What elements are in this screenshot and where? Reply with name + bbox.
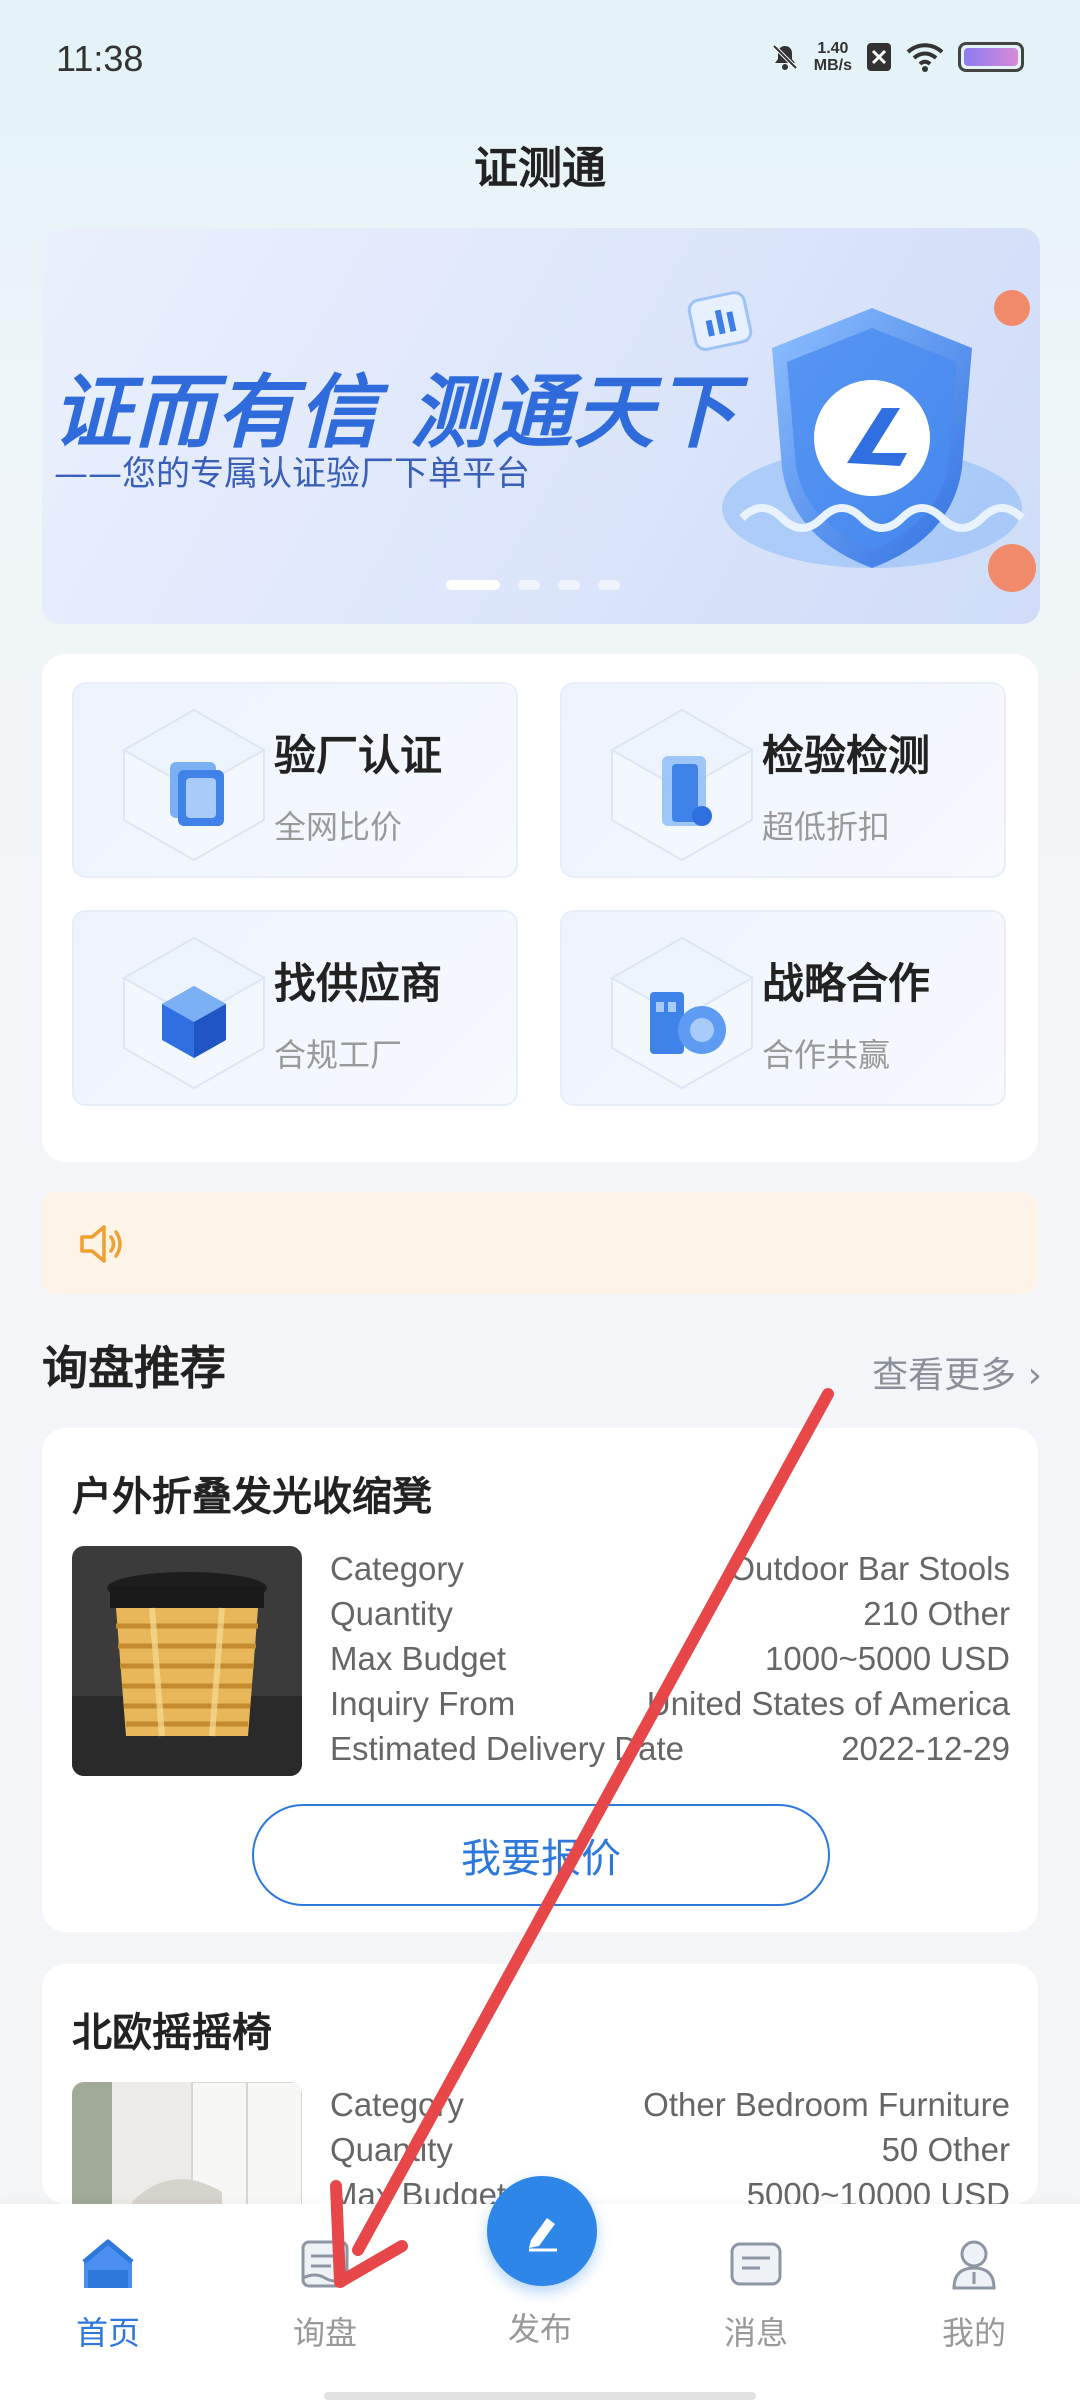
banner-dot-active[interactable] bbox=[446, 580, 500, 590]
tab-inquiry[interactable]: 询盘 bbox=[255, 2234, 395, 2354]
service-subtitle: 合规工厂 bbox=[274, 1036, 403, 1074]
service-inspection-testing[interactable]: 检验检测 超低折扣 bbox=[560, 682, 1006, 878]
test-tube-cube-icon bbox=[609, 708, 755, 862]
status-bar: 11:38 1.40 MB/s bbox=[0, 0, 1080, 125]
battery-icon bbox=[958, 42, 1024, 72]
service-title: 战略合作 bbox=[762, 959, 931, 1008]
notice-bar[interactable] bbox=[42, 1192, 1038, 1294]
inquiry-section-title: 询盘推荐 bbox=[42, 1341, 226, 1395]
speaker-icon bbox=[80, 1225, 122, 1263]
service-title: 检验检测 bbox=[762, 731, 931, 780]
mute-bell-icon bbox=[772, 44, 798, 70]
status-time: 11:38 bbox=[56, 38, 144, 79]
banner-pagination bbox=[446, 580, 620, 590]
inquiry-card[interactable]: 北欧摇摇椅 Category Other Bedroom Furniture Qu… bbox=[42, 1964, 1038, 2204]
detail-row-quantity: Quantity 50 Other bbox=[330, 2131, 1010, 2168]
bottom-tab-bar: 首页 询盘 发布 消息 我的 bbox=[0, 2176, 1080, 2408]
view-more-link[interactable]: 查看更多 › bbox=[872, 1346, 1042, 1398]
publish-label: 发布 bbox=[507, 2310, 572, 2348]
chair-image-icon bbox=[72, 2082, 302, 2204]
status-icons: 1.40 MB/s bbox=[770, 40, 1024, 74]
pen-icon bbox=[529, 2218, 557, 2252]
detail-row-category: Category Outdoor Bar Stools bbox=[330, 1550, 1010, 1587]
inquiry-title: 户外折叠发光收缩凳 bbox=[72, 1474, 432, 1520]
message-icon bbox=[730, 2242, 782, 2286]
wifi-icon bbox=[906, 43, 944, 72]
tab-label: 询盘 bbox=[292, 2314, 357, 2352]
inquiry-details: Category Outdoor Bar Stools Quantity 210 O… bbox=[330, 1546, 1010, 1771]
tab-home[interactable]: 首页 bbox=[38, 2234, 178, 2354]
service-title: 验厂认证 bbox=[274, 731, 443, 780]
home-indicator bbox=[324, 2392, 756, 2400]
stool-image-icon bbox=[72, 1546, 302, 1776]
profile-icon bbox=[952, 2240, 996, 2290]
detail-row-origin: Inquiry From United States of America bbox=[330, 1685, 1010, 1722]
tab-messages[interactable]: 消息 bbox=[686, 2234, 826, 2354]
services-card: 验厂认证 全网比价 检验检测 超低折扣 找供应商 合规工厂 战略合作 合作共赢 bbox=[42, 654, 1038, 1162]
service-subtitle: 合作共赢 bbox=[762, 1036, 891, 1074]
folder-cube-icon bbox=[121, 708, 267, 862]
banner-dot[interactable] bbox=[598, 580, 620, 590]
product-image-stool bbox=[72, 1546, 302, 1776]
sim-blocked-icon bbox=[867, 43, 891, 71]
service-subtitle: 全网比价 bbox=[274, 808, 403, 846]
shield-logo-icon bbox=[687, 290, 1036, 592]
tab-profile[interactable]: 我的 bbox=[904, 2234, 1044, 2354]
quote-button[interactable]: 我要报价 bbox=[252, 1804, 830, 1906]
box-cube-icon bbox=[121, 936, 267, 1090]
inquiry-title: 北欧摇摇椅 bbox=[72, 2010, 272, 2056]
detail-row-budget: Max Budget 1000~5000 USD bbox=[330, 1640, 1010, 1677]
inquiry-card[interactable]: 户外折叠发光收缩凳 Category Outdoor Bar Stools Qua… bbox=[42, 1428, 1038, 1932]
detail-row-quantity: Quantity 210 Other bbox=[330, 1595, 1010, 1632]
handshake-cube-icon bbox=[609, 936, 755, 1090]
inquiry-details: Category Other Bedroom Furniture Quantity… bbox=[330, 2082, 1010, 2204]
tab-label: 消息 bbox=[723, 2314, 788, 2352]
detail-row-delivery-date: Estimated Delivery Date 2022-12-29 bbox=[330, 1730, 1010, 1767]
service-subtitle: 超低折扣 bbox=[762, 808, 891, 846]
service-title: 找供应商 bbox=[274, 959, 443, 1008]
inquiry-icon bbox=[301, 2240, 349, 2288]
detail-row-budget: Max Budget 5000~10000 USD bbox=[330, 2176, 1010, 2204]
tab-label: 我的 bbox=[941, 2314, 1006, 2352]
view-more-label: 查看更多 bbox=[872, 1355, 1017, 1396]
product-image-rocking-chair bbox=[72, 2082, 302, 2204]
chevron-right-icon: › bbox=[1016, 1355, 1042, 1396]
app-title: 证测通 bbox=[474, 143, 606, 194]
network-speed: 1.40 MB/s bbox=[813, 40, 852, 74]
service-strategic-cooperation[interactable]: 战略合作 合作共赢 bbox=[560, 910, 1006, 1106]
service-find-supplier[interactable]: 找供应商 合规工厂 bbox=[72, 910, 518, 1106]
banner-dot[interactable] bbox=[518, 580, 540, 590]
banner-subtitle: ——您的专属认证验厂下单平台 bbox=[54, 454, 530, 494]
home-icon bbox=[82, 2239, 134, 2288]
promo-banner[interactable]: 证而有信 测通天下 ——您的专属认证验厂下单平台 bbox=[42, 228, 1040, 624]
service-factory-audit[interactable]: 验厂认证 全网比价 bbox=[72, 682, 518, 878]
publish-button[interactable] bbox=[487, 2176, 597, 2286]
detail-row-category: Category Other Bedroom Furniture bbox=[330, 2086, 1010, 2123]
tab-label: 首页 bbox=[75, 2314, 140, 2352]
banner-dot[interactable] bbox=[558, 580, 580, 590]
